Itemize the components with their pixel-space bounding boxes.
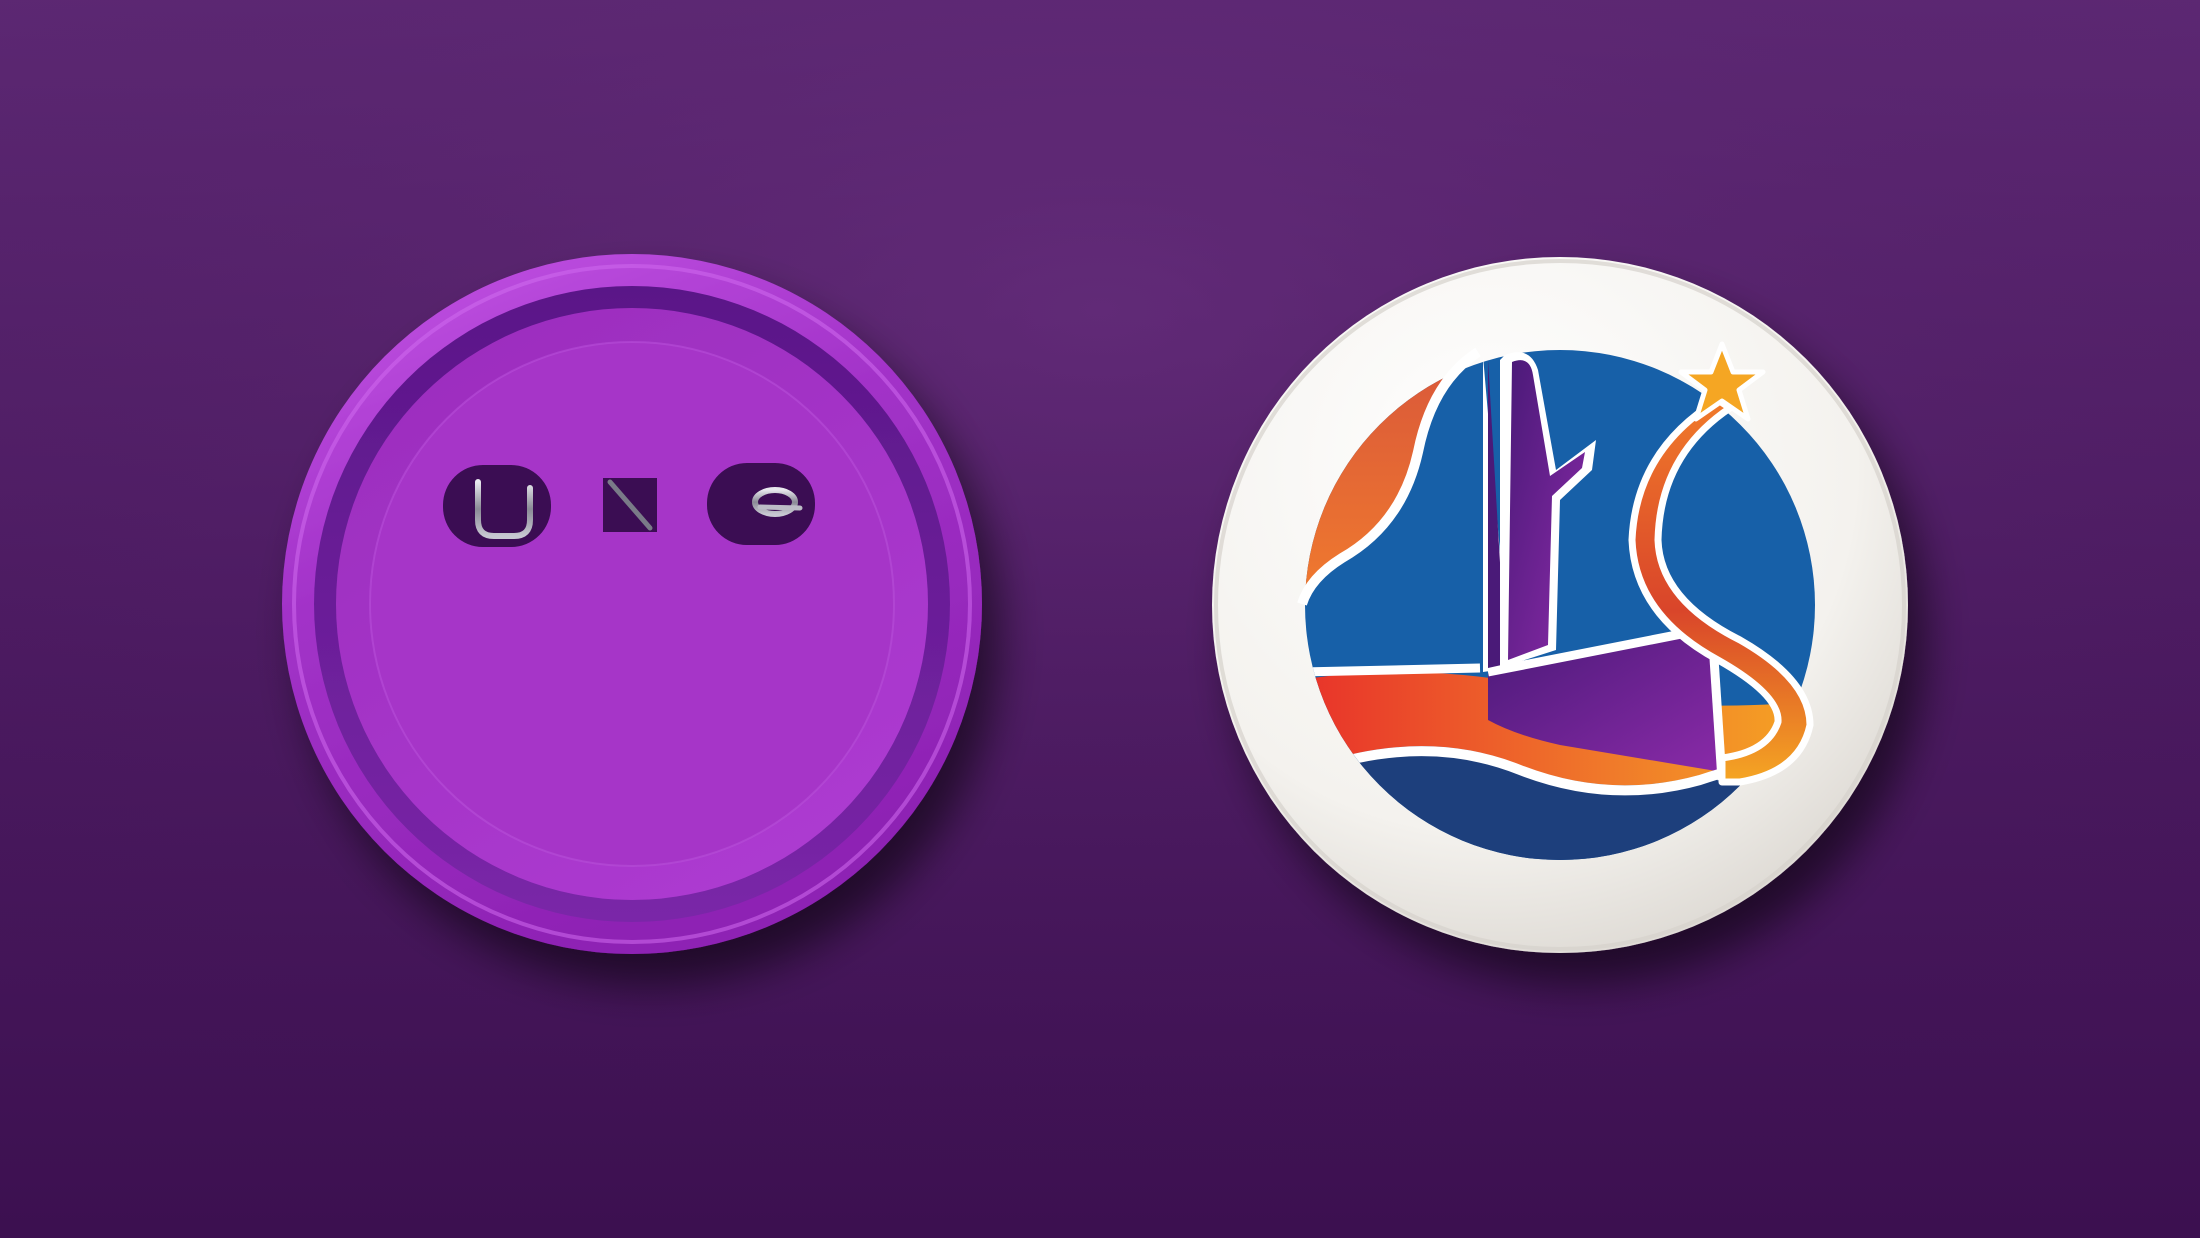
pin-button-mockup-scene [0, 0, 2200, 1238]
button-back [282, 254, 982, 954]
button-mockup-art [0, 0, 2200, 1238]
